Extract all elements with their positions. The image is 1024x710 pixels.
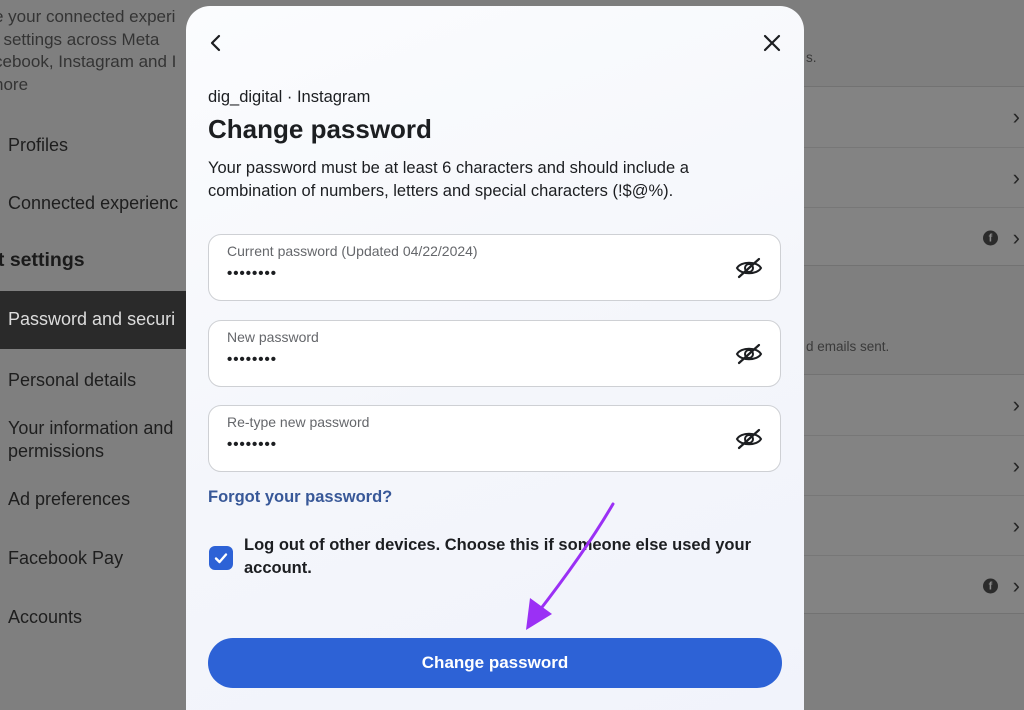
checkmark-icon	[214, 553, 228, 564]
chevron-right-icon: ›	[1012, 224, 1020, 250]
toggle-visibility-button[interactable]	[734, 254, 764, 282]
sidebar-item-label: permissions	[8, 441, 105, 461]
sidebar-item-connected-experiences[interactable]: Connected experienc	[8, 192, 178, 215]
chevron-right-icon: ›	[1012, 392, 1020, 417]
sidebar-item-ad-preferences[interactable]: Ad preferences	[8, 488, 130, 511]
sidebar-item-accounts[interactable]: Accounts	[8, 606, 82, 629]
field-label: Re-type new password	[227, 414, 370, 430]
field-value[interactable]: ••••••••	[227, 436, 277, 453]
back-button[interactable]	[198, 25, 234, 61]
forgot-password-link[interactable]: Forgot your password?	[208, 488, 392, 507]
sidebar-item-password-security[interactable]: Password and securi	[0, 291, 190, 349]
panel-text: d emails sent.	[806, 339, 890, 354]
sidebar-section-title: nt settings	[0, 249, 85, 271]
change-password-button[interactable]: Change password	[208, 638, 782, 688]
dialog-title: Change password	[208, 114, 432, 144]
close-button[interactable]	[754, 25, 790, 61]
chevron-right-icon: ›	[1012, 572, 1020, 598]
logout-checkbox-label[interactable]: Log out of other devices. Choose this if…	[244, 534, 774, 579]
field-label: New password	[227, 329, 319, 345]
facebook-icon: f	[983, 578, 998, 593]
current-password-field[interactable]: Current password (Updated 04/22/2024) ••…	[208, 234, 781, 301]
chevron-right-icon: ›	[1012, 104, 1020, 129]
see-more-link[interactable]: nore	[0, 74, 190, 97]
sidebar-item-personal-details[interactable]: Personal details	[8, 369, 136, 392]
settings-row[interactable]: ›	[800, 435, 1024, 495]
eye-off-icon	[735, 428, 763, 450]
password-requirements: Your password must be at least 6 charact…	[208, 159, 689, 200]
chevron-right-icon: ›	[1012, 452, 1020, 478]
field-label: Current password (Updated 04/22/2024)	[227, 243, 478, 259]
toggle-visibility-button[interactable]	[734, 340, 764, 368]
intro-line: cebook, Instagram and I	[0, 52, 177, 71]
settings-row[interactable]: ›	[800, 87, 1024, 147]
sidebar-item-facebook-pay[interactable]: Facebook Pay	[8, 547, 123, 570]
settings-row[interactable]: ›	[800, 375, 1024, 435]
settings-main-panel: s. › › f › d emails sent. › › › f ›	[800, 0, 1024, 710]
settings-card: › › f ›	[800, 86, 1024, 266]
change-password-dialog: dig_digital · Instagram Change password …	[186, 6, 804, 710]
chevron-right-icon: ›	[1012, 164, 1020, 190]
settings-row[interactable]: ›	[800, 495, 1024, 555]
sidebar-item-profiles[interactable]: Profiles	[8, 134, 68, 157]
sidebar-item-label: Your information and	[8, 418, 174, 438]
retype-password-field[interactable]: Re-type new password ••••••••	[208, 405, 781, 472]
close-icon	[763, 34, 781, 52]
settings-sidebar: e your connected experi t settings acros…	[0, 0, 190, 710]
intro-line: e your connected experi	[0, 7, 176, 26]
account-label: dig_digital · Instagram	[208, 88, 371, 106]
chevron-right-icon: ›	[1012, 512, 1020, 538]
panel-text: s.	[806, 50, 817, 65]
intro-line: t settings across Meta	[0, 29, 160, 49]
settings-row[interactable]: f ›	[800, 207, 1024, 267]
settings-row[interactable]: f ›	[800, 555, 1024, 615]
field-value[interactable]: ••••••••	[227, 351, 277, 368]
field-value[interactable]: ••••••••	[227, 265, 277, 282]
eye-off-icon	[735, 257, 763, 279]
toggle-visibility-button[interactable]	[734, 425, 764, 453]
new-password-field[interactable]: New password ••••••••	[208, 320, 781, 387]
back-arrow-icon	[210, 34, 221, 52]
eye-off-icon	[735, 343, 763, 365]
settings-row[interactable]: ›	[800, 147, 1024, 207]
sidebar-item-your-information[interactable]: Your information and permissions	[8, 417, 173, 463]
sidebar-item-label: Password and securi	[8, 309, 176, 329]
logout-other-devices-checkbox[interactable]	[209, 546, 233, 570]
facebook-icon: f	[983, 230, 998, 245]
settings-card: › › › f ›	[800, 374, 1024, 614]
sidebar-intro-text: e your connected experi t settings acros…	[0, 6, 190, 96]
